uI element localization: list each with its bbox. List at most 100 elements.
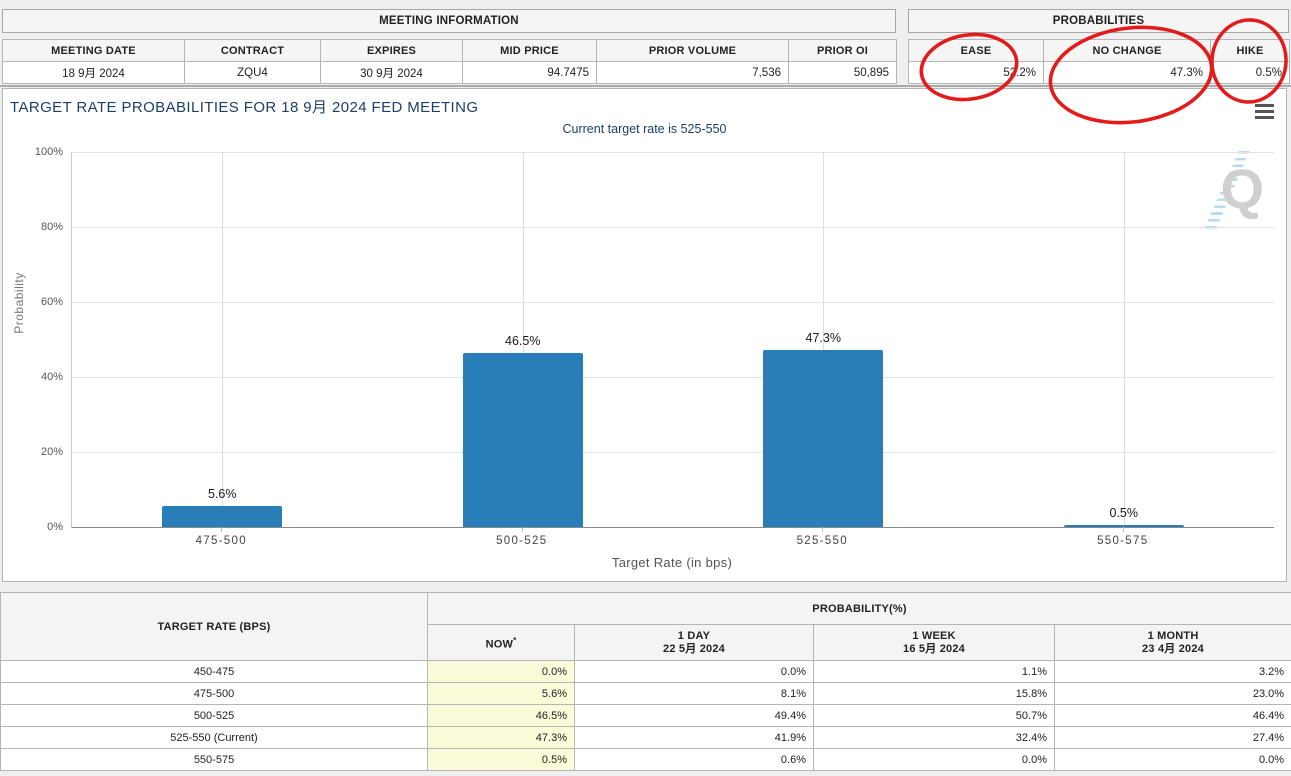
month-cell: 46.4% — [1055, 705, 1291, 727]
x-gridline — [222, 152, 223, 527]
day-cell: 8.1% — [575, 683, 814, 705]
chart-menu-button[interactable] — [1255, 104, 1274, 119]
x-tick-mark — [522, 527, 523, 532]
prior-oi-value: 50,895 — [789, 62, 897, 84]
fedwatch-page: { "meeting_information": { "title": "MEE… — [0, 0, 1291, 776]
meeting-date-header: MEETING DATE — [3, 40, 185, 62]
now-cell: 5.6% — [428, 683, 575, 705]
rate-cell: 500-525 — [1, 705, 428, 727]
target-rate-bps-header: TARGET RATE (BPS) — [1, 593, 428, 661]
one-month-column-header: 1 MONTH23 4月 2024 — [1055, 625, 1291, 661]
probabilities-table: EASE NO CHANGE HIKE 52.2% 47.3% 0.5% — [908, 39, 1290, 84]
table-row: 475-500 5.6% 8.1% 15.8% 23.0% — [1, 683, 1291, 705]
category-column: 46.5% — [373, 152, 674, 527]
probabilities-value-row: 52.2% 47.3% 0.5% — [909, 62, 1290, 84]
x-tick-mark — [221, 527, 222, 532]
ease-header: EASE — [909, 40, 1044, 62]
category-columns: 5.6% 46.5% 47.3% 0.5% — [72, 152, 1274, 527]
x-tick-label: 550-575 — [973, 535, 1274, 547]
horizontal-divider — [0, 85, 1291, 87]
probability-bar[interactable] — [763, 350, 883, 527]
y-tick-label: 80% — [17, 221, 63, 233]
prior-volume-value: 7,536 — [597, 62, 789, 84]
x-axis-label: Target Rate (in bps) — [71, 555, 1273, 570]
bar-data-label: 0.5% — [1110, 506, 1139, 520]
month-cell: 27.4% — [1055, 727, 1291, 749]
one-day-column-header: 1 DAY22 5月 2024 — [575, 625, 814, 661]
week-cell: 32.4% — [814, 727, 1055, 749]
x-tick-mark — [1123, 527, 1124, 532]
probability-bar[interactable] — [463, 353, 583, 527]
plot-area: 0%20%40%60%80%100%5.6%46.5%47.3%0.5% — [71, 152, 1274, 528]
no-change-header: NO CHANGE — [1044, 40, 1211, 62]
probability-bar[interactable] — [162, 506, 282, 527]
table-group-header-row: TARGET RATE (BPS) PROBABILITY(%) — [1, 593, 1291, 625]
y-tick-label: 0% — [17, 521, 63, 533]
meeting-info-header-row: MEETING DATE CONTRACT EXPIRES MID PRICE … — [3, 40, 897, 62]
category-column: 47.3% — [673, 152, 974, 527]
month-cell: 3.2% — [1055, 661, 1291, 683]
hamburger-icon — [1255, 104, 1274, 107]
chart-title: TARGET RATE PROBABILITIES FOR 18 9月 2024… — [10, 96, 478, 117]
chart-panel: TARGET RATE PROBABILITIES FOR 18 9月 2024… — [2, 88, 1287, 582]
no-change-value: 47.3% — [1044, 62, 1211, 84]
hike-value: 0.5% — [1211, 62, 1290, 84]
y-tick-label: 20% — [17, 446, 63, 458]
week-cell: 0.0% — [814, 749, 1055, 771]
day-cell: 49.4% — [575, 705, 814, 727]
x-tick-label: 525-550 — [672, 535, 973, 547]
hike-header: HIKE — [1211, 40, 1290, 62]
month-cell: 23.0% — [1055, 683, 1291, 705]
week-cell: 1.1% — [814, 661, 1055, 683]
meeting-date-value: 18 9月 2024 — [3, 62, 185, 84]
y-tick-label: 60% — [17, 296, 63, 308]
table-row: 450-475 0.0% 0.0% 1.1% 3.2% — [1, 661, 1291, 683]
week-cell: 15.8% — [814, 683, 1055, 705]
rate-cell: 450-475 — [1, 661, 428, 683]
meeting-info-table: MEETING DATE CONTRACT EXPIRES MID PRICE … — [2, 39, 897, 84]
mid-price-value: 94.7475 — [463, 62, 597, 84]
table-row: 500-525 46.5% 49.4% 50.7% 46.4% — [1, 705, 1291, 727]
rate-cell: 550-575 — [1, 749, 428, 771]
x-tick-label: 500-525 — [372, 535, 673, 547]
mid-price-header: MID PRICE — [463, 40, 597, 62]
table-row: 550-575 0.5% 0.6% 0.0% 0.0% — [1, 749, 1291, 771]
prior-oi-header: PRIOR OI — [789, 40, 897, 62]
chart-subtitle: Current target rate is 525-550 — [3, 122, 1286, 136]
rate-probability-table: TARGET RATE (BPS) PROBABILITY(%) NOW* 1 … — [0, 592, 1291, 771]
meeting-info-title: MEETING INFORMATION — [2, 9, 896, 33]
week-cell: 50.7% — [814, 705, 1055, 727]
category-column: 0.5% — [974, 152, 1275, 527]
rate-cell: 475-500 — [1, 683, 428, 705]
now-column-header: NOW* — [428, 625, 575, 661]
ease-value: 52.2% — [909, 62, 1044, 84]
day-cell: 0.0% — [575, 661, 814, 683]
x-tick-label: 475-500 — [71, 535, 372, 547]
probability-group-header: PROBABILITY(%) — [428, 593, 1291, 625]
bar-data-label: 5.6% — [208, 487, 237, 501]
x-gridline — [1124, 152, 1125, 527]
now-cell: 46.5% — [428, 705, 575, 727]
y-tick-label: 40% — [17, 371, 63, 383]
bar-data-label: 47.3% — [806, 331, 841, 345]
x-tick-row: 475-500500-525525-550550-575 — [71, 535, 1273, 547]
hamburger-icon — [1255, 110, 1274, 113]
contract-header: CONTRACT — [185, 40, 321, 62]
now-cell: 0.0% — [428, 661, 575, 683]
category-column: 5.6% — [72, 152, 373, 527]
meeting-info-value-row: 18 9月 2024 ZQU4 30 9月 2024 94.7475 7,536… — [3, 62, 897, 84]
now-cell: 47.3% — [428, 727, 575, 749]
day-cell: 41.9% — [575, 727, 814, 749]
y-tick-label: 100% — [17, 146, 63, 158]
expires-header: EXPIRES — [321, 40, 463, 62]
x-tick-mark — [822, 527, 823, 532]
hamburger-icon — [1255, 116, 1274, 119]
expires-value: 30 9月 2024 — [321, 62, 463, 84]
contract-value: ZQU4 — [185, 62, 321, 84]
one-week-column-header: 1 WEEK16 5月 2024 — [814, 625, 1055, 661]
month-cell: 0.0% — [1055, 749, 1291, 771]
now-cell: 0.5% — [428, 749, 575, 771]
probability-bar[interactable] — [1064, 525, 1184, 527]
rate-cell: 525-550 (Current) — [1, 727, 428, 749]
table-row: 525-550 (Current) 47.3% 41.9% 32.4% 27.4… — [1, 727, 1291, 749]
